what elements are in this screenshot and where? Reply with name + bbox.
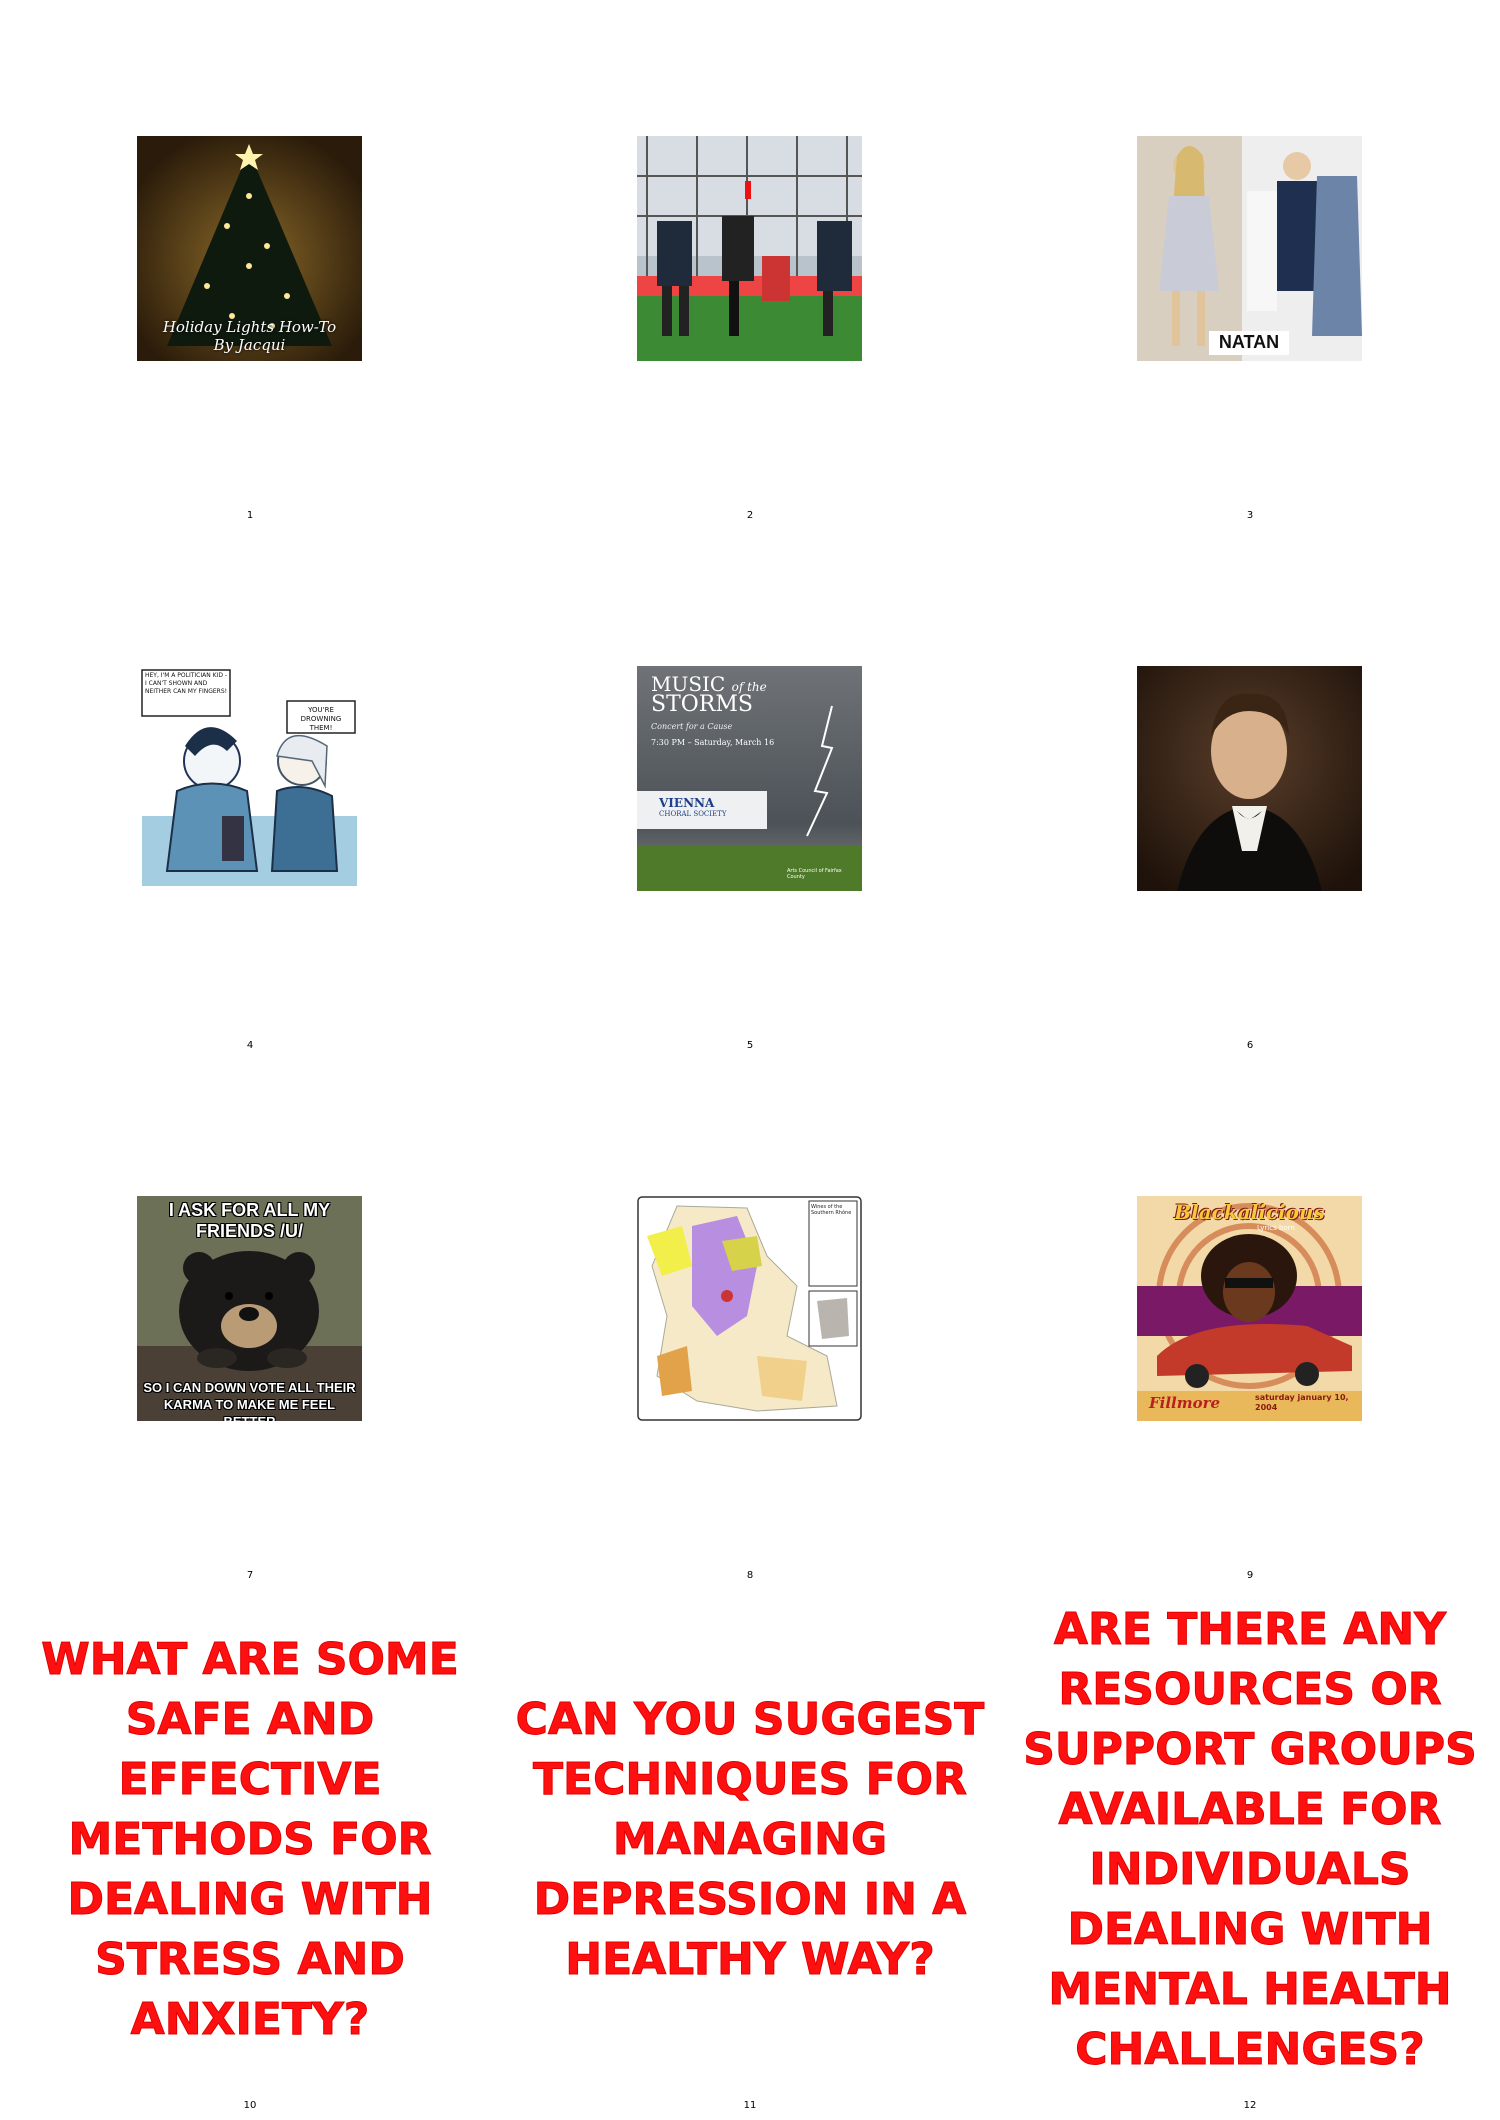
grid-cell-3: NATAN 3 — [1000, 0, 1500, 530]
grid-cell-1: Holiday Lights How-To By Jacqui 1 — [0, 0, 500, 530]
speech-bubble-left: HEY, I'M A POLITICIAN KID - I CAN'T SHOW… — [145, 672, 228, 695]
poster-org-vienna: VIENNA — [659, 796, 715, 810]
thumbnail-natan-dress: NATAN — [1137, 136, 1362, 361]
question-text-content: WHAT ARE SOME SAFE AND EFFECTIVE METHODS… — [41, 1634, 460, 2046]
thumbnail-christmas-tree: Holiday Lights How-To By Jacqui — [137, 136, 362, 361]
grid-cell-8: Wines of the Southern Rhône 8 — [500, 1060, 1000, 1590]
question-text: CAN YOU SUGGEST TECHNIQUES FOR MANAGING … — [500, 1590, 1000, 2090]
image-number: 10 — [243, 2100, 257, 2111]
poster-sponsor: Arts Council of Fairfax County — [787, 868, 842, 880]
image-number: 4 — [246, 1040, 254, 1051]
grid-cell-10: WHAT ARE SOME SAFE AND EFFECTIVE METHODS… — [0, 1590, 500, 2120]
poster-subtitle: Concert for a Cause — [651, 722, 733, 731]
poster-date: saturday january 10, 2004 — [1255, 1393, 1349, 1412]
grid-cell-5: MUSIC of the STORMS Concert for a Cause … — [500, 530, 1000, 1060]
image-number: 6 — [1246, 1040, 1254, 1051]
image-number: 5 — [746, 1040, 754, 1051]
natan-image — [1137, 136, 1362, 361]
image-number: 7 — [246, 1570, 254, 1581]
image-number: 1 — [246, 510, 254, 521]
grid-cell-6: 6 — [1000, 530, 1500, 1060]
soccer-image — [637, 136, 862, 361]
image-number: 12 — [1243, 2100, 1257, 2111]
poster-title-storms: STORMS — [651, 692, 753, 717]
portrait-painting-image — [1137, 666, 1362, 891]
question-text-content: ARE THERE ANY RESOURCES OR SUPPORT GROUP… — [1023, 1604, 1478, 2076]
grid-cell-7: I ASK FOR ALL MY FRIENDS /U/ SO I CAN DO… — [0, 1060, 500, 1590]
question-text-content: CAN YOU SUGGEST TECHNIQUES FOR MANAGING … — [515, 1694, 985, 1986]
grid-cell-4: HEY, I'M A POLITICIAN KID - I CAN'T SHOW… — [0, 530, 500, 1060]
rhone-wine-map-image — [637, 1196, 862, 1421]
thumbnail-blackalicious-poster: Blackalicious Lyrics born Fillmore satur… — [1137, 1196, 1362, 1421]
poster-venue: Fillmore — [1149, 1394, 1221, 1412]
grid-cell-9: Blackalicious Lyrics born Fillmore satur… — [1000, 1060, 1500, 1590]
natan-logo-text: NATAN — [1218, 332, 1280, 352]
thumbnail-meme-bear: I ASK FOR ALL MY FRIENDS /U/ SO I CAN DO… — [137, 1196, 362, 1421]
thumbnail-caption: Holiday Lights How-To By Jacqui — [162, 318, 337, 354]
question-text: ARE THERE ANY RESOURCES OR SUPPORT GROUP… — [1000, 1590, 1500, 2090]
comic-image — [137, 666, 362, 891]
thumbnail-soccer-referee — [637, 136, 862, 361]
poster-band-name: Blackalicious — [1174, 1200, 1325, 1224]
meme-bottom-text: SO I CAN DOWN VOTE ALL THEIR KARMA TO MA… — [143, 1380, 356, 1421]
poster-support-act: Lyrics born — [1257, 1224, 1295, 1232]
grid-cell-11: CAN YOU SUGGEST TECHNIQUES FOR MANAGING … — [500, 1590, 1000, 2120]
thumbnail-rhone-map: Wines of the Southern Rhône — [637, 1196, 862, 1421]
image-number: 11 — [743, 2100, 757, 2111]
grid-cell-2: 2 — [500, 0, 1000, 530]
image-number: 9 — [1246, 1570, 1254, 1581]
concert-poster-image — [1137, 1196, 1362, 1421]
poster-date: 7:30 PM – Saturday, March 16 — [651, 738, 775, 747]
map-legend-title: Wines of the Southern Rhône — [811, 1204, 852, 1216]
speech-bubble-right: YOU'RE DROWNING THEM! — [300, 706, 342, 732]
image-number: 8 — [746, 1570, 754, 1581]
meme-top-text: I ASK FOR ALL MY FRIENDS /U/ — [168, 1200, 331, 1241]
thumbnail-music-storms: MUSIC of the STORMS Concert for a Cause … — [637, 666, 862, 891]
grid-cell-12: ARE THERE ANY RESOURCES OR SUPPORT GROUP… — [1000, 1590, 1500, 2120]
thumbnail-comic: HEY, I'M A POLITICIAN KID - I CAN'T SHOW… — [137, 666, 362, 891]
poster-org-choral: CHORAL SOCIETY — [659, 810, 727, 818]
thumbnail-portrait — [1137, 666, 1362, 891]
image-number: 3 — [1246, 510, 1254, 521]
image-number: 2 — [746, 510, 754, 521]
question-text: WHAT ARE SOME SAFE AND EFFECTIVE METHODS… — [0, 1590, 500, 2090]
